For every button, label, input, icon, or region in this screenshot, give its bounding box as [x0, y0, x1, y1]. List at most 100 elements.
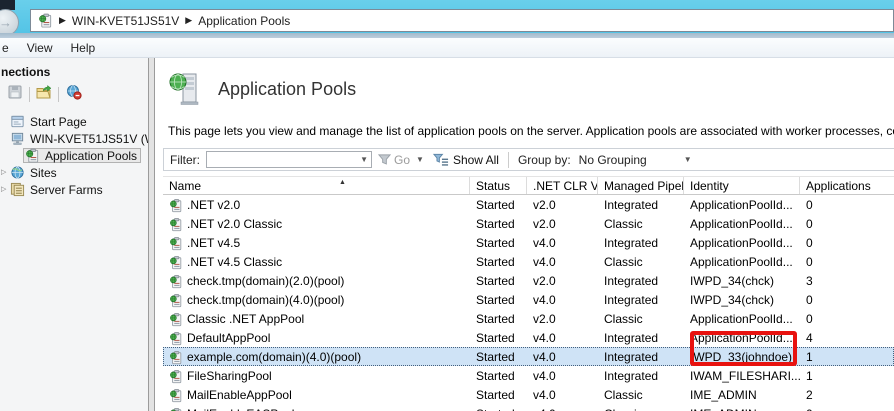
- funnel-icon: [378, 153, 391, 166]
- cell-text: ApplicationPoolId...: [690, 255, 793, 269]
- table-row[interactable]: DefaultAppPoolStartedv4.0IntegratedAppli…: [163, 328, 894, 347]
- cell-name: .NET v2.0: [163, 195, 470, 214]
- cell-text: Classic: [604, 388, 643, 402]
- cell-managed-pipel: Integrated: [598, 347, 684, 366]
- tree-item-content: Server Farms: [10, 182, 103, 197]
- table-row[interactable]: MailEnableAppPoolStartedv4.0ClassicIME_A…: [163, 385, 894, 404]
- sidebar-item-sites[interactable]: ▷Sites: [0, 164, 148, 181]
- app-pools-icon: [169, 255, 183, 269]
- table-row[interactable]: MailEnableEASPoolStartedv4.0ClassicIME_A…: [163, 404, 894, 411]
- cell-text: IME_ADMIN: [690, 407, 757, 411]
- table-row[interactable]: .NET v2.0Startedv2.0IntegratedApplicatio…: [163, 195, 894, 214]
- filter-toolbar: Filter: ▼ Go ▼ Show All Group by: No Gro…: [163, 148, 894, 171]
- chevron-down-icon: ▼: [413, 156, 427, 164]
- column-header-identity[interactable]: Identity: [684, 177, 800, 194]
- column-header-name[interactable]: Name▲: [163, 177, 470, 194]
- cell-applications: 1: [800, 366, 894, 385]
- cell-text: 2: [806, 388, 813, 402]
- table-row[interactable]: example.com(domain)(4.0)(pool)Startedv4.…: [163, 347, 894, 366]
- cell-text: 0: [806, 198, 813, 212]
- app-pools-icon: [169, 274, 183, 288]
- menu-file[interactable]: e: [0, 41, 18, 55]
- cell-text: Started: [476, 198, 515, 212]
- expand-icon[interactable]: ▷: [1, 169, 10, 176]
- breadcrumb-server[interactable]: WIN-KVET51JS51V: [72, 14, 179, 28]
- group-by-value: No Grouping: [579, 153, 647, 167]
- cell-text: IWPD_34(chck): [690, 293, 774, 307]
- cell-text: check.tmp(domain)(2.0)(pool): [187, 274, 344, 288]
- cell-text: Started: [476, 312, 515, 326]
- show-all-button[interactable]: Show All: [433, 153, 499, 167]
- cell-managed-pipel: Integrated: [598, 366, 684, 385]
- cell-name: .NET v2.0 Classic: [163, 214, 470, 233]
- column-header-managed-pipel[interactable]: Managed Pipel...: [598, 177, 684, 194]
- cell-name: DefaultAppPool: [163, 328, 470, 347]
- sidebar-item-application-pools[interactable]: Application Pools: [0, 147, 148, 164]
- cell-identity: ApplicationPoolId...: [684, 309, 800, 328]
- table-row[interactable]: Classic .NET AppPoolStartedv2.0ClassicAp…: [163, 309, 894, 328]
- tree-item-label: Start Page: [30, 115, 87, 129]
- cell-status: Started: [470, 404, 527, 411]
- cell-net-clr-v: v4.0: [527, 290, 598, 309]
- cell-identity: IWPD_34(chck): [684, 271, 800, 290]
- panel-splitter[interactable]: [148, 58, 155, 411]
- sidebar-item-server-farms[interactable]: ▷Server Farms: [0, 181, 148, 198]
- table-row[interactable]: FileSharingPoolStartedv4.0IntegratedIWAM…: [163, 366, 894, 385]
- group-by-select[interactable]: No Grouping ▼: [579, 153, 695, 167]
- window-chrome: → ▶ WIN-KVET51JS51V ▶ Application Pools: [0, 0, 894, 33]
- cell-text: MailEnableEASPool: [187, 407, 294, 411]
- column-header-status[interactable]: Status: [470, 177, 527, 194]
- table-row[interactable]: .NET v4.5Startedv4.0IntegratedApplicatio…: [163, 233, 894, 252]
- toolbar-separator: [508, 152, 509, 168]
- cell-text: Started: [476, 293, 515, 307]
- app-pools-icon: [169, 217, 183, 231]
- column-header-applications[interactable]: Applications: [800, 177, 894, 194]
- sidebar-item-start-page[interactable]: Start Page: [0, 113, 148, 130]
- app-pools-icon: [38, 13, 53, 28]
- cell-text: 0: [806, 236, 813, 250]
- application-pools-icon: [167, 71, 203, 107]
- expand-icon[interactable]: ▷: [1, 186, 10, 193]
- application-pools-panel: Application Pools This page lets you vie…: [155, 58, 894, 411]
- app-pools-icon: [169, 369, 183, 383]
- cell-status: Started: [470, 290, 527, 309]
- tree-item-content: Sites: [10, 165, 57, 180]
- back-button[interactable]: →: [0, 9, 19, 36]
- app-pools-icon: [169, 198, 183, 212]
- page-header: Application Pools: [167, 71, 356, 107]
- cell-net-clr-v: v4.0: [527, 328, 598, 347]
- breadcrumb-page[interactable]: Application Pools: [198, 14, 290, 28]
- table-row[interactable]: check.tmp(domain)(2.0)(pool)Startedv2.0I…: [163, 271, 894, 290]
- cell-text: v4.0: [533, 331, 556, 345]
- table-row[interactable]: .NET v4.5 ClassicStartedv4.0ClassicAppli…: [163, 252, 894, 271]
- group-by-label: Group by:: [518, 153, 571, 167]
- table-row[interactable]: check.tmp(domain)(4.0)(pool)Startedv4.0I…: [163, 290, 894, 309]
- cell-name: .NET v4.5 Classic: [163, 252, 470, 271]
- cell-identity: ApplicationPoolId...: [684, 328, 800, 347]
- cell-name: Classic .NET AppPool: [163, 309, 470, 328]
- table-row[interactable]: .NET v2.0 ClassicStartedv2.0ClassicAppli…: [163, 214, 894, 233]
- cell-text: Integrated: [604, 350, 658, 364]
- cell-text: v2.0: [533, 274, 556, 288]
- cell-text: ApplicationPoolId...: [690, 198, 793, 212]
- cell-net-clr-v: v4.0: [527, 233, 598, 252]
- connections-panel: nections Start PageWIN-KVET51JS51V (WIN-…: [0, 58, 148, 411]
- cell-net-clr-v: v4.0: [527, 385, 598, 404]
- go-button[interactable]: Go ▼: [378, 153, 427, 167]
- save-button[interactable]: [4, 84, 26, 104]
- cell-name: MailEnableAppPool: [163, 385, 470, 404]
- back-arrow-icon: →: [0, 16, 12, 29]
- cell-identity: ApplicationPoolId...: [684, 252, 800, 271]
- sidebar-item-win-kvet51js51v-win-kvet[interactable]: WIN-KVET51JS51V (WIN-KVET: [0, 130, 148, 147]
- cell-applications: 0: [800, 195, 894, 214]
- cell-applications: 2: [800, 385, 894, 404]
- cell-text: v4.0: [533, 350, 556, 364]
- cell-managed-pipel: Classic: [598, 214, 684, 233]
- menu-view[interactable]: View: [18, 41, 62, 55]
- open-folder-button[interactable]: [33, 84, 55, 104]
- menu-help[interactable]: Help: [61, 41, 104, 55]
- filter-input[interactable]: ▼: [206, 151, 372, 168]
- disconnect-button[interactable]: [62, 84, 84, 104]
- address-bar[interactable]: ▶ WIN-KVET51JS51V ▶ Application Pools: [30, 9, 894, 32]
- column-header-net-clr-v[interactable]: .NET CLR V...: [527, 177, 598, 194]
